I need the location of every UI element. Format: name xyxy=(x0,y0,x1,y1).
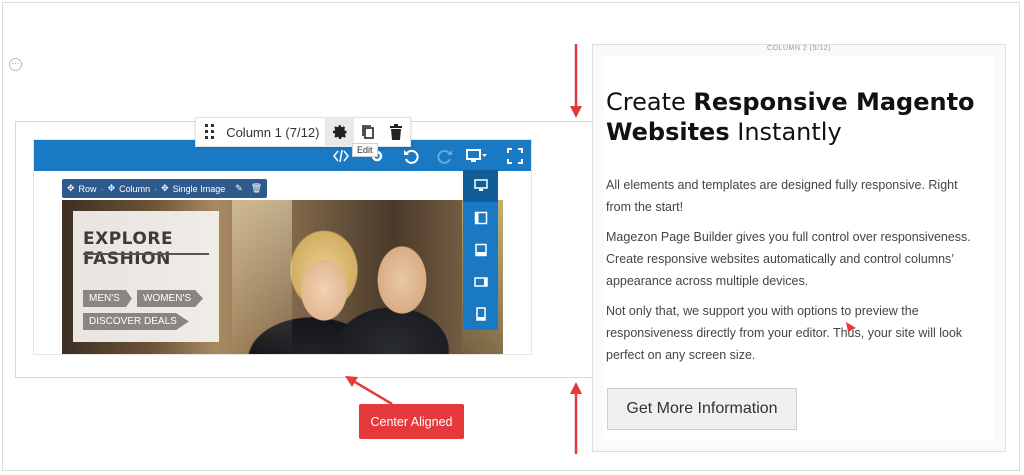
promo-card: EXPLORE FASHION MEN'S WOMEN'S DISCOVER D… xyxy=(73,211,219,342)
breadcrumb-single-image[interactable]: Single Image xyxy=(173,184,226,194)
device-laptop-icon[interactable] xyxy=(463,202,498,234)
breadcrumb-separator: · xyxy=(100,183,104,194)
pencil-icon[interactable]: ✎ xyxy=(235,183,243,194)
breadcrumb-column[interactable]: Column xyxy=(119,184,150,194)
headline-part2: Instantly xyxy=(729,118,842,146)
gear-icon xyxy=(332,125,346,139)
drag-handle-icon[interactable] xyxy=(196,118,224,146)
move-icon[interactable]: ✥ xyxy=(67,183,75,194)
column-toolbar: Column 1 (7/12) xyxy=(195,117,411,147)
headline-part1: Create xyxy=(606,88,694,116)
device-panel xyxy=(463,170,498,330)
paragraph-2: Magezon Page Builder gives you full cont… xyxy=(606,230,971,288)
move-icon[interactable]: ✥ xyxy=(108,183,116,194)
delete-button[interactable] xyxy=(382,117,410,147)
breadcrumb-separator: · xyxy=(154,183,158,194)
device-mobile-icon[interactable] xyxy=(463,298,498,330)
device-desktop-icon[interactable] xyxy=(463,170,498,202)
center-aligned-label: Center Aligned xyxy=(359,404,464,439)
paragraph-3: Not only that, we support you with optio… xyxy=(606,304,963,362)
promo-divider xyxy=(83,253,209,255)
breadcrumb-row[interactable]: Row xyxy=(79,184,97,194)
settings-button[interactable] xyxy=(325,117,354,147)
row-handle-icon[interactable]: ··· xyxy=(9,58,22,71)
get-more-information-button[interactable]: Get More Information xyxy=(607,388,797,430)
undo-icon[interactable] xyxy=(402,147,420,165)
fullscreen-icon[interactable] xyxy=(506,147,524,165)
promo-title: EXPLORE FASHION xyxy=(83,229,174,269)
edit-tooltip: Edit xyxy=(352,143,378,157)
device-tablet-portrait-icon[interactable] xyxy=(463,266,498,298)
device-tablet-landscape-icon[interactable] xyxy=(463,234,498,266)
element-breadcrumb: ✥ Row · ✥ Column · ✥ Single Image ✎ 🗑 xyxy=(62,179,268,198)
move-icon[interactable]: ✥ xyxy=(161,183,169,194)
image-light xyxy=(232,200,292,354)
redo-icon[interactable] xyxy=(436,147,454,165)
tag-discover-deals: DISCOVER DEALS xyxy=(83,313,189,330)
trash-icon xyxy=(389,124,402,140)
trash-icon[interactable]: 🗑 xyxy=(251,183,262,194)
copy-icon xyxy=(361,125,374,139)
device-dropdown-icon[interactable] xyxy=(466,147,488,165)
column-label: Column 1 (7/12) xyxy=(226,124,320,140)
column-2-label: COLUMN 2 (5/12) xyxy=(767,45,831,52)
tag-womens: WOMEN'S xyxy=(137,290,204,307)
headline: Create Responsive Magento Websites Insta… xyxy=(606,87,986,147)
paragraph-1: All elements and templates are designed … xyxy=(606,178,958,214)
code-icon[interactable] xyxy=(332,147,350,165)
tag-mens: MEN'S xyxy=(83,290,132,307)
